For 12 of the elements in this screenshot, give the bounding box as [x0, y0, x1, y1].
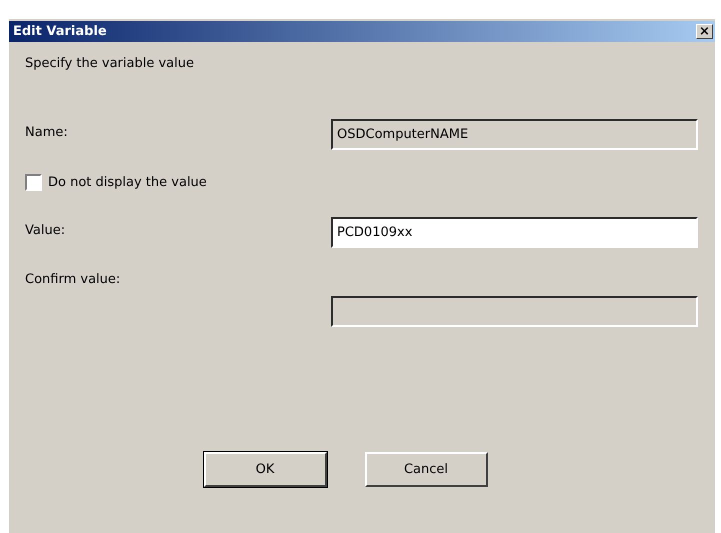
field-label: Value: — [25, 222, 66, 238]
instruction-text: Specify the variable value — [25, 56, 195, 73]
field-label: Confirm value: — [25, 272, 122, 287]
input-field[interactable]: PCD0109xx — [331, 217, 698, 248]
dialog-button[interactable]: Cancel — [364, 452, 488, 487]
checkbox-box[interactable] — [25, 174, 42, 191]
window-title: Edit Variable — [13, 24, 107, 39]
close-button[interactable]: × — [696, 24, 713, 39]
field-label: Name: — [25, 124, 68, 140]
checkbox-label[interactable]: Do not display the value — [48, 175, 207, 190]
checkbox[interactable]: Do not display the value — [25, 174, 207, 191]
dialog-button[interactable]: OK — [204, 452, 326, 487]
